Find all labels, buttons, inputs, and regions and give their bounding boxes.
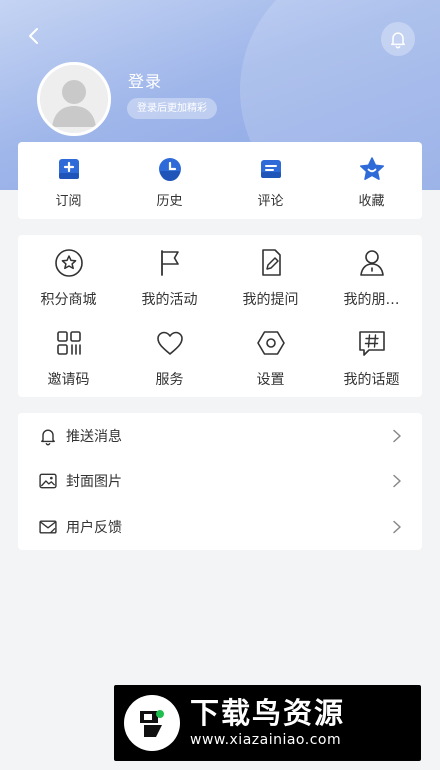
settings-list-card: 推送消息 封面图片 用户反馈	[18, 413, 422, 550]
grid-item-label: 我的朋…	[343, 292, 400, 308]
grid-item-my-friends[interactable]: 我的朋…	[321, 235, 422, 315]
person-icon	[359, 250, 384, 276]
grid-item-points-mall[interactable]: 积分商城	[18, 235, 119, 315]
bird-logo-icon	[124, 695, 180, 751]
chevron-right-icon	[393, 429, 401, 443]
list-item-user-feedback[interactable]: 用户反馈	[18, 504, 422, 550]
list-item-label: 推送消息	[66, 428, 122, 445]
chevron-right-icon	[393, 475, 401, 488]
quick-action-label: 评论	[257, 194, 284, 209]
site-watermark: 下载鸟资源 www.xiazainiao.com	[114, 685, 421, 761]
grid-item-service[interactable]: 服务	[119, 315, 220, 395]
watermark-url: www.xiazainiao.com	[190, 732, 342, 748]
list-item-label: 用户反馈	[66, 519, 122, 536]
edit-document-icon	[261, 249, 281, 276]
qr-code-icon	[56, 331, 81, 355]
list-item-label: 封面图片	[66, 474, 122, 491]
comment-icon	[260, 160, 281, 178]
feature-grid-card: 积分商城 我的活动 我的提问 我的朋… 邀请码 服务 设置 我的话题	[18, 235, 422, 397]
chevron-right-icon	[393, 520, 401, 534]
quick-action-favorite[interactable]: 收藏	[321, 142, 422, 219]
grid-item-label: 我的活动	[141, 292, 198, 308]
quick-action-label: 历史	[156, 194, 183, 209]
feedback-mail-icon	[39, 520, 57, 534]
quick-actions-card: 订阅 历史 评论 收藏	[18, 142, 422, 219]
list-item-push-messages[interactable]: 推送消息	[18, 413, 422, 459]
watermark-title: 下载鸟资源	[190, 696, 346, 730]
image-icon	[39, 474, 57, 489]
avatar[interactable]	[37, 62, 111, 136]
grid-item-settings[interactable]: 设置	[220, 315, 321, 395]
quick-action-subscribe[interactable]: 订阅	[18, 142, 119, 219]
quick-action-label: 订阅	[55, 194, 82, 209]
grid-item-my-topics[interactable]: 我的话题	[321, 315, 422, 395]
quick-action-history[interactable]: 历史	[119, 142, 220, 219]
grid-item-my-activities[interactable]: 我的活动	[119, 235, 220, 315]
login-subtitle: 登录后更加精彩	[127, 98, 217, 119]
grid-item-label: 我的提问	[242, 292, 299, 308]
chevron-left-icon	[29, 28, 38, 44]
grid-item-label: 我的话题	[343, 372, 400, 388]
star-favorite-icon	[359, 157, 384, 180]
quick-action-label: 收藏	[358, 194, 385, 209]
default-avatar-icon	[40, 65, 108, 133]
grid-item-my-questions[interactable]: 我的提问	[220, 235, 321, 315]
grid-item-label: 积分商城	[40, 292, 97, 308]
grid-item-label: 邀请码	[47, 372, 90, 388]
hashtag-icon	[358, 331, 385, 356]
grid-item-label: 设置	[256, 372, 285, 388]
list-item-cover-image[interactable]: 封面图片	[18, 459, 422, 505]
back-button[interactable]	[22, 24, 46, 48]
grid-item-invite-code[interactable]: 邀请码	[18, 315, 119, 395]
notification-button[interactable]	[381, 22, 415, 56]
bell-icon	[391, 32, 405, 49]
quick-action-comment[interactable]: 评论	[220, 142, 321, 219]
heart-icon	[156, 331, 183, 355]
subscribe-icon	[58, 159, 79, 179]
star-circle-icon	[54, 249, 83, 277]
grid-item-label: 服务	[155, 372, 184, 388]
bell-outline-icon	[41, 429, 55, 446]
history-clock-icon	[158, 158, 181, 181]
login-link[interactable]: 登录	[128, 68, 162, 92]
settings-eye-icon	[256, 331, 285, 355]
flag-icon	[160, 250, 179, 276]
